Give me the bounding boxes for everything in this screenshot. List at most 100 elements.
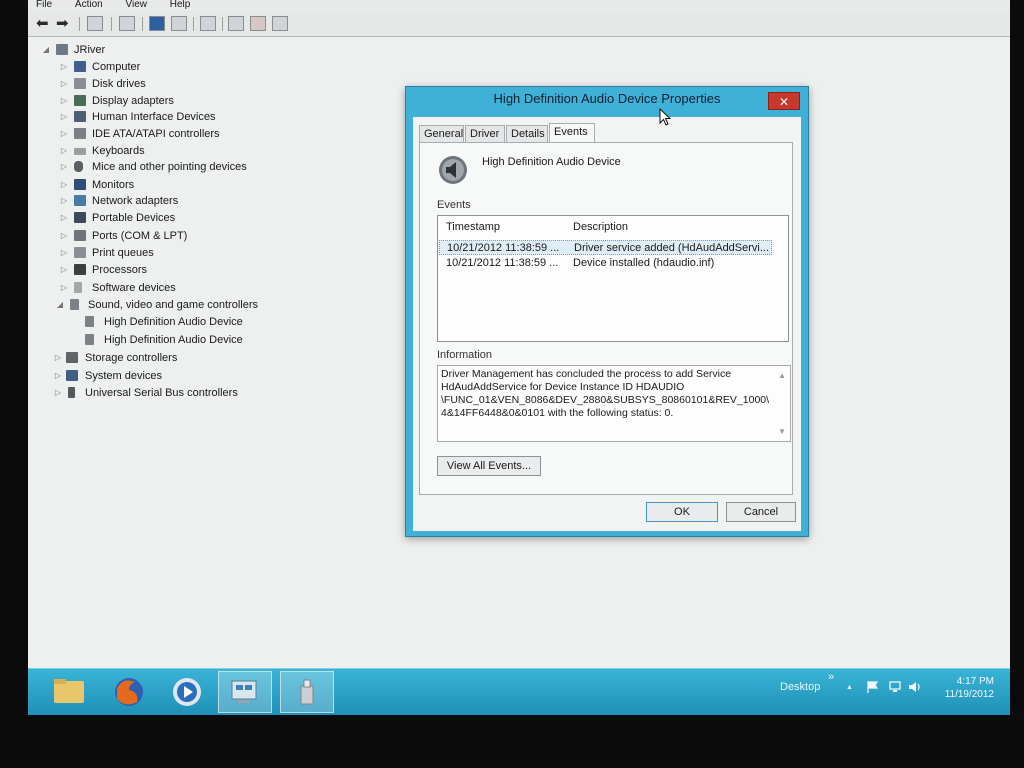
enable-device-icon[interactable] [272, 16, 288, 31]
tree-item-label: System devices [85, 370, 163, 382]
tree-item-label: Print queues [92, 247, 154, 259]
action-center-flag-icon[interactable] [866, 680, 880, 694]
monitor-icon [74, 179, 86, 190]
mouse-cursor-icon [659, 108, 672, 126]
device-manager-icon [231, 680, 257, 703]
tab-events[interactable]: Events [549, 123, 595, 143]
speaker-icon [439, 156, 467, 184]
hid-icon [74, 111, 86, 122]
usb-device-button[interactable] [280, 671, 334, 713]
tree-item-label: Monitors [92, 179, 135, 191]
information-textbox[interactable]: Driver Management has concluded the proc… [437, 365, 791, 442]
menu-action[interactable]: Action [75, 0, 103, 10]
expanded-arrow-icon[interactable]: ◢ [42, 42, 50, 58]
cancel-button[interactable]: Cancel [726, 502, 796, 522]
tab-general[interactable]: General [419, 125, 464, 142]
clock[interactable]: 4:17 PM 11/19/2012 [914, 675, 994, 701]
properties-dialog: High Definition Audio Device Properties … [405, 86, 809, 537]
toolbar-separator [111, 17, 112, 31]
desktop-screen: File Action View Help ⬅ ➡ ◢ JRiver ▷ Com… [28, 0, 1010, 715]
disk-drive-icon [74, 78, 86, 89]
menu-help[interactable]: Help [170, 0, 191, 10]
tab-driver[interactable]: Driver [465, 125, 505, 142]
tree-item-label: Sound, video and game controllers [88, 299, 258, 311]
file-explorer-button[interactable] [42, 671, 96, 713]
back-arrow-icon[interactable]: ⬅ [36, 16, 49, 31]
tree-item-label: High Definition Audio Device [104, 334, 243, 346]
tree-item-label: Portable Devices [92, 212, 176, 224]
usb-drive-icon [300, 679, 314, 705]
tree-item-label: Display adapters [92, 95, 174, 107]
toolbar: ⬅ ➡ [28, 12, 1010, 37]
action-pane-icon[interactable] [171, 16, 187, 31]
media-player-button[interactable] [160, 671, 214, 713]
events-label: Events [437, 199, 471, 211]
network-icon[interactable] [888, 680, 902, 694]
events-list[interactable]: Timestamp Description 10/21/2012 11:38:5… [437, 215, 789, 342]
show-hidden-icons-button[interactable]: ▲ [846, 684, 853, 691]
menu-bar: File Action View Help [28, 0, 1010, 12]
uninstall-device-icon[interactable] [250, 16, 266, 31]
properties-icon[interactable] [119, 16, 135, 31]
show-hide-console-tree-icon[interactable] [87, 16, 103, 31]
device-name: High Definition Audio Device [482, 156, 621, 168]
event-row[interactable]: 10/21/2012 11:38:59 ... Device installed… [439, 256, 772, 271]
event-description: Device installed (hdaudio.inf) [573, 257, 715, 269]
tree-item-label: Mice and other pointing devices [92, 161, 247, 173]
printer-icon [74, 247, 86, 258]
events-tab-panel: High Definition Audio Device Events Time… [419, 142, 793, 495]
dialog-title: High Definition Audio Device Properties [493, 91, 721, 106]
scan-hardware-icon[interactable] [200, 16, 216, 31]
toolbar-overflow-icon[interactable]: » [828, 671, 834, 683]
desktop-toolbar-label[interactable]: Desktop [780, 681, 820, 693]
storage-controller-icon [66, 352, 78, 363]
menu-view[interactable]: View [125, 0, 147, 10]
device-manager-button[interactable] [218, 671, 272, 713]
taskbar: Desktop » ▲ 4:17 PM 11/19/2012 [28, 668, 1010, 715]
info-line: 4&14FF6448&0&0101 with the following sta… [441, 407, 674, 419]
menu-file[interactable]: File [36, 0, 52, 10]
mouse-icon [74, 161, 83, 172]
info-line: Driver Management has concluded the proc… [441, 368, 732, 380]
help-icon[interactable] [149, 16, 165, 31]
computer-icon [56, 44, 68, 55]
system-device-icon [66, 370, 78, 381]
information-label: Information [437, 349, 493, 361]
column-header-timestamp[interactable]: Timestamp [446, 221, 500, 233]
close-button[interactable]: ✕ [768, 92, 800, 110]
network-adapter-icon [74, 195, 86, 206]
software-device-icon [74, 282, 82, 293]
forward-arrow-icon[interactable]: ➡ [56, 16, 69, 31]
tree-item-label: Network adapters [92, 195, 179, 207]
tree-item-label: Computer [92, 61, 141, 73]
tree-item-label: Ports (COM & LPT) [92, 230, 188, 242]
toolbar-separator [142, 17, 143, 31]
view-all-events-button[interactable]: View All Events... [437, 456, 541, 476]
ide-controller-icon [74, 128, 86, 139]
column-header-description[interactable]: Description [573, 221, 628, 233]
tab-details[interactable]: Details [506, 125, 548, 142]
portable-device-icon [74, 212, 86, 223]
tree-item-label: Software devices [92, 282, 176, 294]
usb-icon [68, 387, 75, 398]
tree-item-label: High Definition Audio Device [104, 316, 243, 328]
ok-button[interactable]: OK [646, 502, 718, 522]
event-row[interactable]: 10/21/2012 11:38:59 ... Driver service a… [439, 240, 772, 255]
tree-item-label: Universal Serial Bus controllers [85, 387, 238, 399]
tree-root-label: JRiver [74, 44, 106, 56]
expanded-arrow-icon[interactable]: ◢ [56, 297, 64, 313]
scroll-down-icon[interactable]: ▼ [778, 425, 786, 438]
update-driver-icon[interactable] [228, 16, 244, 31]
tree-item-label: Keyboards [92, 145, 145, 157]
tree-item-label: Storage controllers [85, 352, 178, 364]
folder-icon [54, 679, 84, 703]
firefox-button[interactable] [102, 671, 156, 713]
speaker-icon [70, 299, 79, 310]
toolbar-separator [222, 17, 223, 31]
event-timestamp: 10/21/2012 11:38:59 ... [447, 242, 560, 254]
clock-date: 11/19/2012 [944, 689, 994, 700]
event-description: Driver service added (HdAudAddServi... [574, 242, 770, 254]
scroll-up-icon[interactable]: ▲ [778, 369, 786, 382]
info-line: \FUNC_01&VEN_8086&DEV_2880&SUBSYS_808601… [441, 394, 770, 406]
tree-item-label: IDE ATA/ATAPI controllers [92, 128, 220, 140]
